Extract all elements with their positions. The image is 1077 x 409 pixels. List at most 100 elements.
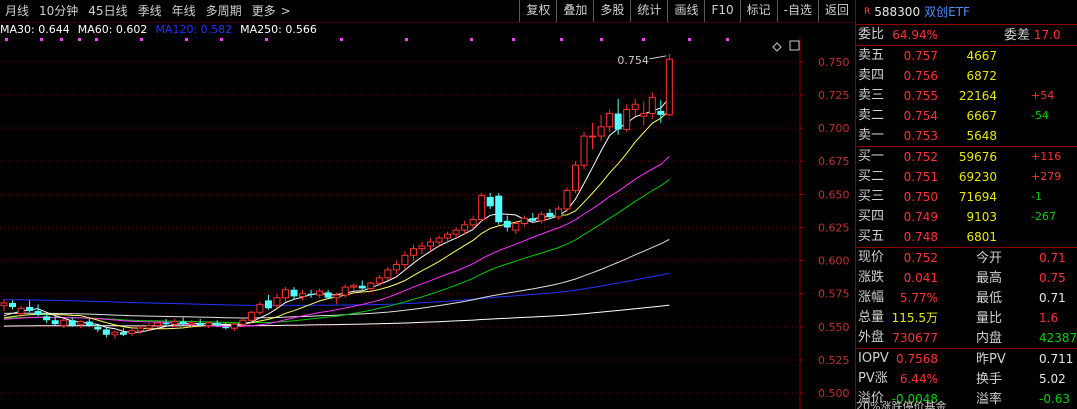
period-tab[interactable]: 45日线 bbox=[83, 0, 132, 22]
level-volume: 6667 bbox=[966, 109, 997, 123]
stat-value: 0.752 bbox=[903, 251, 938, 265]
bid-row[interactable]: 买一 0.752 59676 +116 bbox=[856, 147, 1077, 167]
ma-legend-item: MA60: 0.602 bbox=[77, 23, 148, 36]
y-tick-label: 0.500 bbox=[818, 387, 850, 400]
candle-body bbox=[631, 103, 639, 111]
level-change: -1 bbox=[1031, 190, 1042, 203]
stat-value: 0.7568 bbox=[896, 352, 938, 366]
period-tab[interactable]: 更多 bbox=[247, 0, 281, 22]
toolbar-button[interactable]: 画线 bbox=[667, 0, 704, 22]
candle-body bbox=[9, 303, 17, 307]
period-tab[interactable]: 10分钟 bbox=[34, 0, 83, 22]
level-volume: 59676 bbox=[958, 150, 997, 164]
stat-label: 换手 bbox=[976, 372, 1003, 387]
candle-body bbox=[264, 300, 272, 309]
stat-value: 1.6 bbox=[1039, 311, 1059, 325]
candle-body bbox=[247, 311, 255, 321]
stat-label: 内盘 bbox=[976, 331, 1003, 346]
ask-row[interactable]: 卖四 0.756 6872 bbox=[856, 66, 1077, 86]
event-marker bbox=[185, 38, 188, 41]
level-price: 0.748 bbox=[903, 230, 938, 244]
candle-body bbox=[350, 285, 358, 288]
toolbar-button[interactable]: 复权 bbox=[519, 0, 556, 22]
period-tabs: 月线 10分钟 45日线 季线 年线 多周期 更多 > bbox=[0, 0, 296, 22]
candle-body bbox=[572, 164, 580, 191]
y-tick-label: 0.625 bbox=[818, 221, 850, 234]
stat-label: 涨跌 bbox=[858, 270, 885, 285]
ma-legend-item: MA120: 0.582 bbox=[155, 23, 233, 36]
candle-body bbox=[290, 289, 298, 297]
level-price: 0.755 bbox=[903, 89, 938, 103]
ask-row[interactable]: 卖五 0.757 4667 bbox=[856, 46, 1077, 66]
period-tab[interactable]: 月线 bbox=[0, 0, 34, 22]
period-tab[interactable]: 季线 bbox=[133, 0, 167, 22]
period-tab[interactable]: 年线 bbox=[167, 0, 201, 22]
toolbar-button[interactable]: -自选 bbox=[776, 0, 818, 22]
level-price: 0.753 bbox=[903, 129, 938, 143]
level-price: 0.757 bbox=[903, 49, 938, 63]
candle-body bbox=[162, 322, 170, 325]
level-label: 买一 bbox=[858, 149, 885, 164]
toolbar-button[interactable]: 返回 bbox=[817, 0, 855, 22]
toolbar-button[interactable]: 标记 bbox=[739, 0, 777, 22]
candlestick-chart[interactable]: 0.750 0.725 0.700 0.675 0.650 0.625 0.600 0.575… bbox=[0, 38, 855, 409]
bid-row[interactable]: 买四 0.749 9103 -267 bbox=[856, 207, 1077, 227]
level-label: 买二 bbox=[858, 169, 885, 184]
candle-body bbox=[60, 319, 68, 327]
level-label: 卖二 bbox=[858, 108, 885, 123]
candle-body bbox=[478, 195, 486, 221]
candle-body bbox=[34, 310, 42, 315]
toolbar-button[interactable]: 多股 bbox=[593, 0, 630, 22]
event-marker bbox=[78, 38, 81, 41]
candle-body bbox=[486, 197, 494, 207]
candle-body bbox=[367, 282, 375, 289]
candle-body bbox=[665, 58, 673, 116]
level-price: 0.751 bbox=[903, 170, 938, 184]
margin-badge: R bbox=[864, 7, 871, 17]
quote-stats: 现价 0.752 今开 0.71 涨跌 0.041 最高 0.75 涨幅 5.77% 最低 0.71 总… bbox=[856, 248, 1077, 349]
candle-body bbox=[546, 212, 554, 217]
level-volume: 69230 bbox=[958, 170, 997, 184]
chevron-right-icon[interactable]: > bbox=[281, 0, 296, 22]
candle-body bbox=[358, 285, 366, 289]
candle-body bbox=[495, 195, 503, 223]
ask-row[interactable]: 卖三 0.755 22164 +54 bbox=[856, 86, 1077, 106]
toolbar-button[interactable]: F10 bbox=[704, 0, 739, 22]
diff-value: 17.0 bbox=[1033, 28, 1061, 42]
stat-label: 溢率 bbox=[976, 392, 1003, 407]
level-change: +279 bbox=[1031, 170, 1062, 183]
candle-body bbox=[256, 303, 264, 313]
event-marker bbox=[340, 38, 343, 41]
level-change: +116 bbox=[1031, 150, 1062, 163]
stat-row: 现价 0.752 今开 0.71 bbox=[856, 248, 1077, 268]
toolbar-button[interactable]: 统计 bbox=[630, 0, 667, 22]
period-tab[interactable]: 多周期 bbox=[201, 0, 247, 22]
candle-body bbox=[614, 113, 622, 130]
candle-body bbox=[316, 290, 324, 296]
ask-row[interactable]: 卖一 0.753 5648 bbox=[856, 126, 1077, 146]
candle-body bbox=[520, 217, 528, 224]
stat-row: IOPV 0.7568 昨PV 0.711 bbox=[856, 349, 1077, 369]
bid-row[interactable]: 买三 0.750 71694 -1 bbox=[856, 187, 1077, 207]
event-marker bbox=[512, 38, 515, 41]
candle-body bbox=[341, 286, 349, 296]
bid-row[interactable]: 买五 0.748 6801 bbox=[856, 227, 1077, 247]
level-label: 卖五 bbox=[858, 48, 885, 63]
stat-label: 最高 bbox=[976, 271, 1003, 286]
candle-body bbox=[102, 329, 110, 335]
toolbar-button[interactable]: 叠加 bbox=[556, 0, 593, 22]
event-marker bbox=[95, 38, 98, 41]
candle-body bbox=[563, 189, 571, 210]
stat-value: 0.71 bbox=[1039, 251, 1066, 265]
candle-body bbox=[375, 277, 383, 284]
y-tick-label: 0.550 bbox=[818, 321, 850, 334]
candle-body bbox=[444, 233, 452, 239]
stat-value: 5.02 bbox=[1039, 372, 1066, 386]
level-label: 卖一 bbox=[858, 128, 885, 143]
bid-row[interactable]: 买二 0.751 69230 +279 bbox=[856, 167, 1077, 187]
candle-body bbox=[554, 208, 562, 218]
event-marker bbox=[688, 38, 691, 41]
level-label: 买五 bbox=[858, 229, 885, 244]
ask-row[interactable]: 卖二 0.754 6667 -54 bbox=[856, 106, 1077, 126]
candle-body bbox=[171, 321, 179, 325]
